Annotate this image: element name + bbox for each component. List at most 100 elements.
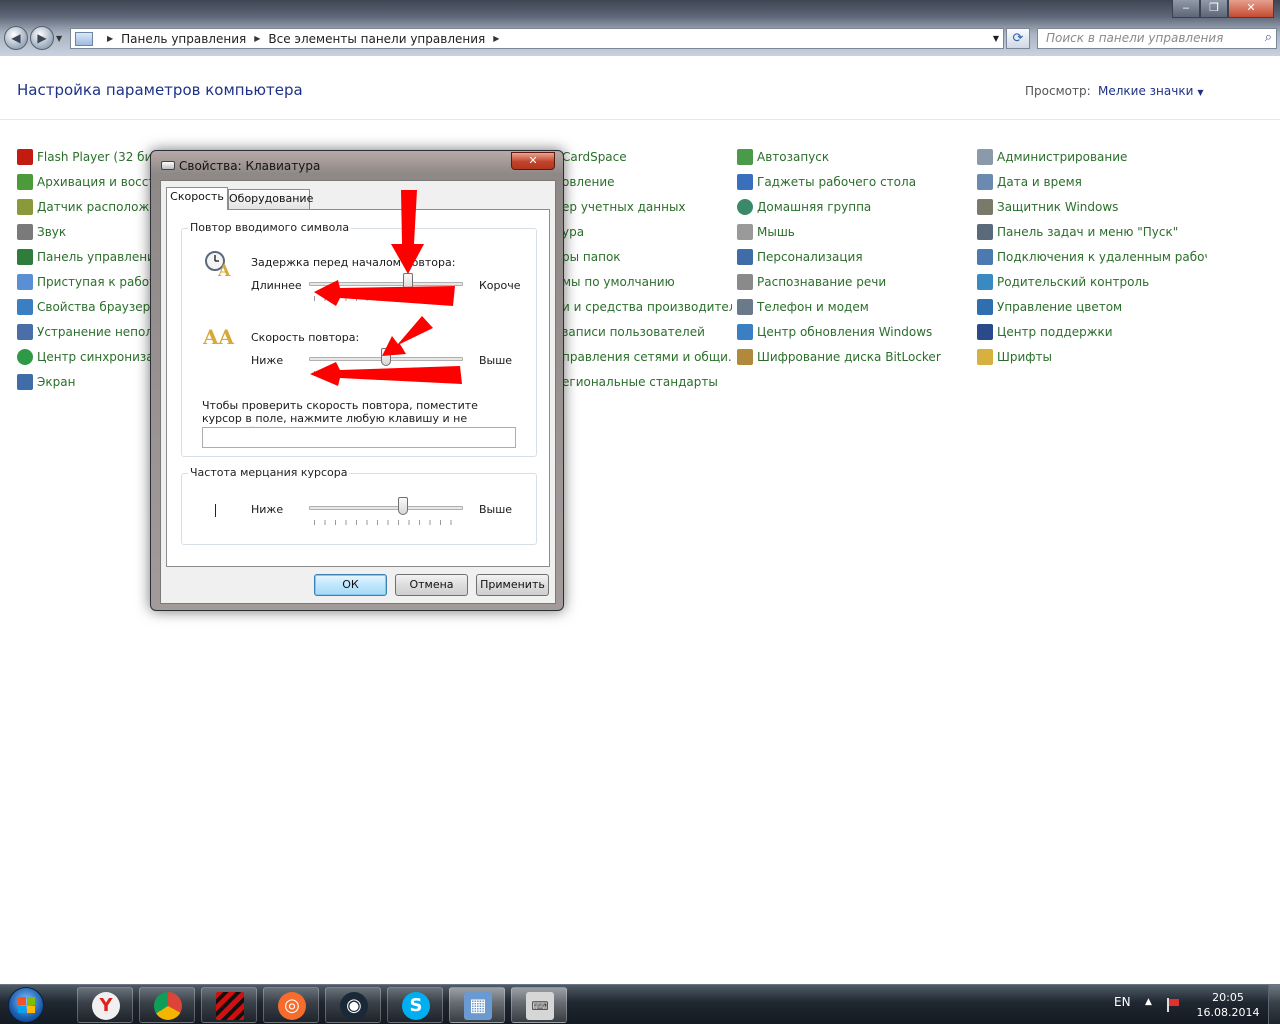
- cp-item-label: Шрифты: [997, 350, 1052, 364]
- cp-item-action-center[interactable]: Центр поддержки: [977, 322, 1207, 342]
- tab-hardware[interactable]: Оборудование: [228, 189, 313, 209]
- cp-item-gadgets[interactable]: Гаджеты рабочего стола: [737, 172, 967, 192]
- cp-item-homegroup[interactable]: Домашняя группа: [737, 197, 967, 217]
- cp-item-mouse[interactable]: Мышь: [737, 222, 967, 242]
- cp-item-keyboard[interactable]: ура: [562, 222, 732, 242]
- cp-item-remote-connections[interactable]: Подключения к удаленным рабоч...: [977, 247, 1207, 267]
- search-icon[interactable]: ⌕: [1265, 30, 1272, 45]
- cp-item-personalization[interactable]: Персонализация: [737, 247, 967, 267]
- cp-item-label: Центр обновления Windows: [757, 325, 933, 339]
- cp-item-label: Датчик расположен: [37, 200, 157, 214]
- cp-item-taskbar-start[interactable]: Панель задач и меню "Пуск": [977, 222, 1207, 242]
- cp-item-defender[interactable]: Защитник Windows: [977, 197, 1207, 217]
- rate-lower-label: Ниже: [251, 354, 284, 367]
- cp-item-getting-started[interactable]: Приступая к работе: [17, 272, 157, 292]
- action-center-flag-icon[interactable]: [1166, 997, 1180, 1013]
- gadgets-icon: [737, 174, 753, 190]
- show-desktop-button[interactable]: [1268, 985, 1280, 1024]
- cp-item-phone-modem[interactable]: Телефон и модем: [737, 297, 967, 317]
- view-mode-dropdown[interactable]: Мелкие значки ▼: [1098, 84, 1204, 98]
- cp-item-display[interactable]: Экран: [17, 372, 157, 392]
- speaker-icon: [17, 224, 33, 240]
- cp-item-cardspace[interactable]: CardSpace: [562, 147, 732, 167]
- cp-item-label: CardSpace: [562, 150, 627, 164]
- cp-item-autoplay[interactable]: Автозапуск: [737, 147, 967, 167]
- close-window-button[interactable]: ✕: [1228, 0, 1274, 18]
- cp-item-admin-tools[interactable]: Администрирование: [977, 147, 1207, 167]
- svg-text:AA: AA: [203, 325, 235, 348]
- cp-item-label: Гаджеты рабочего стола: [757, 175, 917, 189]
- chevron-right-icon[interactable]: ▶: [254, 34, 260, 43]
- address-dropdown-icon[interactable]: ▼: [993, 34, 999, 43]
- taskbar-skype[interactable]: S: [387, 987, 443, 1023]
- taskbar-keyboard-props[interactable]: ⌨: [511, 987, 567, 1023]
- cp-item-folder-options[interactable]: ры папок: [562, 247, 732, 267]
- taskbar-steam[interactable]: ◉: [325, 987, 381, 1023]
- taskbar-control-panel[interactable]: ▦: [449, 987, 505, 1023]
- search-input[interactable]: Поиск в панели управления ⌕: [1037, 28, 1277, 49]
- breadcrumb-control-panel[interactable]: Панель управления: [121, 32, 246, 46]
- taskbar-chrome[interactable]: [139, 987, 195, 1023]
- cp-item-network-center[interactable]: правления сетями и общи...: [562, 347, 732, 367]
- tab-speed[interactable]: Скорость: [166, 187, 228, 210]
- cp-item-internet-options[interactable]: Свойства браузера: [17, 297, 157, 317]
- recent-pages-dropdown-icon[interactable]: ▼: [56, 26, 66, 52]
- cp-item-speech[interactable]: Распознавание речи: [737, 272, 967, 292]
- blink-slider-thumb[interactable]: [398, 497, 409, 515]
- dialog-close-button[interactable]: ✕: [511, 152, 555, 170]
- cp-item-label: правления сетями и общи...: [562, 350, 732, 364]
- cp-item-default-programs[interactable]: мы по умолчанию: [562, 272, 732, 292]
- taskbar-origin[interactable]: ◎: [263, 987, 319, 1023]
- cancel-button[interactable]: Отмена: [395, 574, 468, 596]
- ok-button[interactable]: ОК: [314, 574, 387, 596]
- cp-item-backup[interactable]: Архивация и восстан: [17, 172, 157, 192]
- chevron-right-icon[interactable]: ▶: [107, 34, 113, 43]
- breadcrumb-all-items[interactable]: Все элементы панели управления: [268, 32, 485, 46]
- view-label: Просмотр:: [1025, 84, 1091, 98]
- cp-item-windows-update[interactable]: Центр обновления Windows: [737, 322, 967, 342]
- cp-item-control[interactable]: Панель управления: [17, 247, 157, 267]
- cp-item-date-time[interactable]: Дата и время: [977, 172, 1207, 192]
- cp-item-sound[interactable]: Звук: [17, 222, 157, 242]
- cp-item-location-sensor[interactable]: Датчик расположен: [17, 197, 157, 217]
- repeat-delay-icon: A: [205, 251, 231, 278]
- cp-item-sync-center[interactable]: Центр синхронизац: [17, 347, 157, 367]
- address-bar[interactable]: ▶ Панель управления ▶ Все элементы панел…: [70, 28, 1004, 49]
- refresh-button[interactable]: ⟳: [1006, 28, 1030, 49]
- taskbar-red-app[interactable]: [201, 987, 257, 1023]
- bitlocker-icon: [737, 349, 753, 365]
- cp-item-region[interactable]: егиональные стандарты: [562, 372, 732, 392]
- red-stripes-icon: [216, 992, 244, 1020]
- remote-icon: [977, 249, 993, 265]
- homegroup-icon: [737, 199, 753, 215]
- flash-icon: [17, 149, 33, 165]
- back-button[interactable]: ◀: [4, 26, 28, 50]
- cp-item-fonts[interactable]: Шрифты: [977, 347, 1207, 367]
- minimize-button[interactable]: ‒: [1172, 0, 1200, 18]
- cp-item-troubleshooting[interactable]: Устранение неполад: [17, 322, 157, 342]
- blink-slider-track[interactable]: [309, 506, 463, 510]
- show-hidden-icons-icon[interactable]: ▲: [1145, 997, 1152, 1007]
- cp-item-label: Панель задач и меню "Пуск": [997, 225, 1179, 239]
- cp-item-label: Телефон и модем: [757, 300, 869, 314]
- repeat-test-field[interactable]: [202, 427, 516, 448]
- cp-item-color-management[interactable]: Управление цветом: [977, 297, 1207, 317]
- start-button[interactable]: [4, 985, 48, 1024]
- panel-icon: [17, 249, 33, 265]
- cp-item-bitlocker[interactable]: Шифрование диска BitLocker: [737, 347, 967, 367]
- keyboard-icon: [161, 161, 175, 170]
- language-indicator[interactable]: EN: [1114, 995, 1131, 1009]
- maximize-button[interactable]: ❐: [1200, 0, 1228, 18]
- taskbar-yandex[interactable]: Y: [77, 987, 133, 1023]
- cp-item-credential-manager[interactable]: ер учетных данных: [562, 197, 732, 217]
- chevron-right-icon[interactable]: ▶: [493, 34, 499, 43]
- cp-item-user-accounts[interactable]: записи пользователей: [562, 322, 732, 342]
- cp-item-flash-player[interactable]: Flash Player (32 бита): [17, 147, 157, 167]
- forward-button[interactable]: ▶: [30, 26, 54, 50]
- clock[interactable]: 20:05 16.08.2014: [1196, 990, 1260, 1020]
- cp-item-recovery[interactable]: овление: [562, 172, 732, 192]
- apply-button[interactable]: Применить: [476, 574, 549, 596]
- cp-item-parental-controls[interactable]: Родительский контроль: [977, 272, 1207, 292]
- cp-item-label: Свойства браузера: [37, 300, 157, 314]
- cp-item-performance[interactable]: и и средства производител...: [562, 297, 732, 317]
